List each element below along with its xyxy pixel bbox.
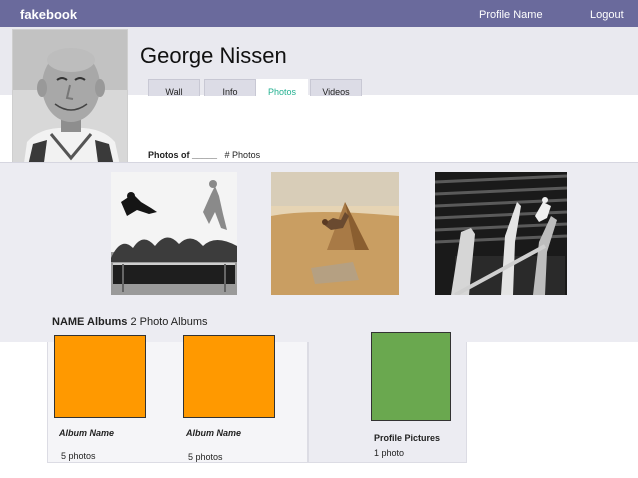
photos-heading: Photos of _____ # Photos: [148, 150, 260, 160]
album-name[interactable]: Album Name: [186, 428, 241, 438]
profile-name-link[interactable]: Profile Name: [479, 9, 543, 21]
profile-pictures-cover[interactable]: [371, 332, 451, 421]
photo-thumbnail[interactable]: [435, 172, 567, 295]
top-nav-bar: fakebook Profile Name Logout: [0, 0, 638, 27]
profile-name-heading: George Nissen: [140, 43, 287, 68]
brand-logo[interactable]: fakebook: [20, 7, 77, 22]
profile-pictures-name[interactable]: Profile Pictures: [374, 433, 440, 443]
logout-link[interactable]: Logout: [590, 9, 624, 21]
album-cover[interactable]: [54, 335, 146, 418]
profile-pictures-count: 1 photo: [374, 448, 405, 458]
albums-heading-count: 2 Photo Albums: [130, 316, 208, 328]
avatar[interactable]: [12, 29, 128, 169]
albums-heading: NAME Albums 2 Photo Albums: [52, 316, 208, 328]
album-cover[interactable]: [183, 335, 275, 418]
tab-videos[interactable]: Videos: [310, 79, 362, 97]
album-photo-count: 5 photos: [188, 452, 223, 462]
photo-thumbnail[interactable]: [111, 172, 237, 295]
album-photo-count: 5 photos: [61, 451, 96, 461]
tab-wall[interactable]: Wall: [148, 79, 200, 97]
album-name[interactable]: Album Name: [59, 428, 114, 438]
photos-heading-title: Photos of _____: [148, 150, 218, 160]
albums-heading-title: NAME Albums: [52, 316, 128, 328]
photos-heading-count: # Photos: [224, 150, 261, 160]
tab-photos[interactable]: Photos: [256, 79, 308, 97]
photo-thumbnail[interactable]: [271, 172, 399, 295]
tab-info[interactable]: Info: [204, 79, 256, 97]
